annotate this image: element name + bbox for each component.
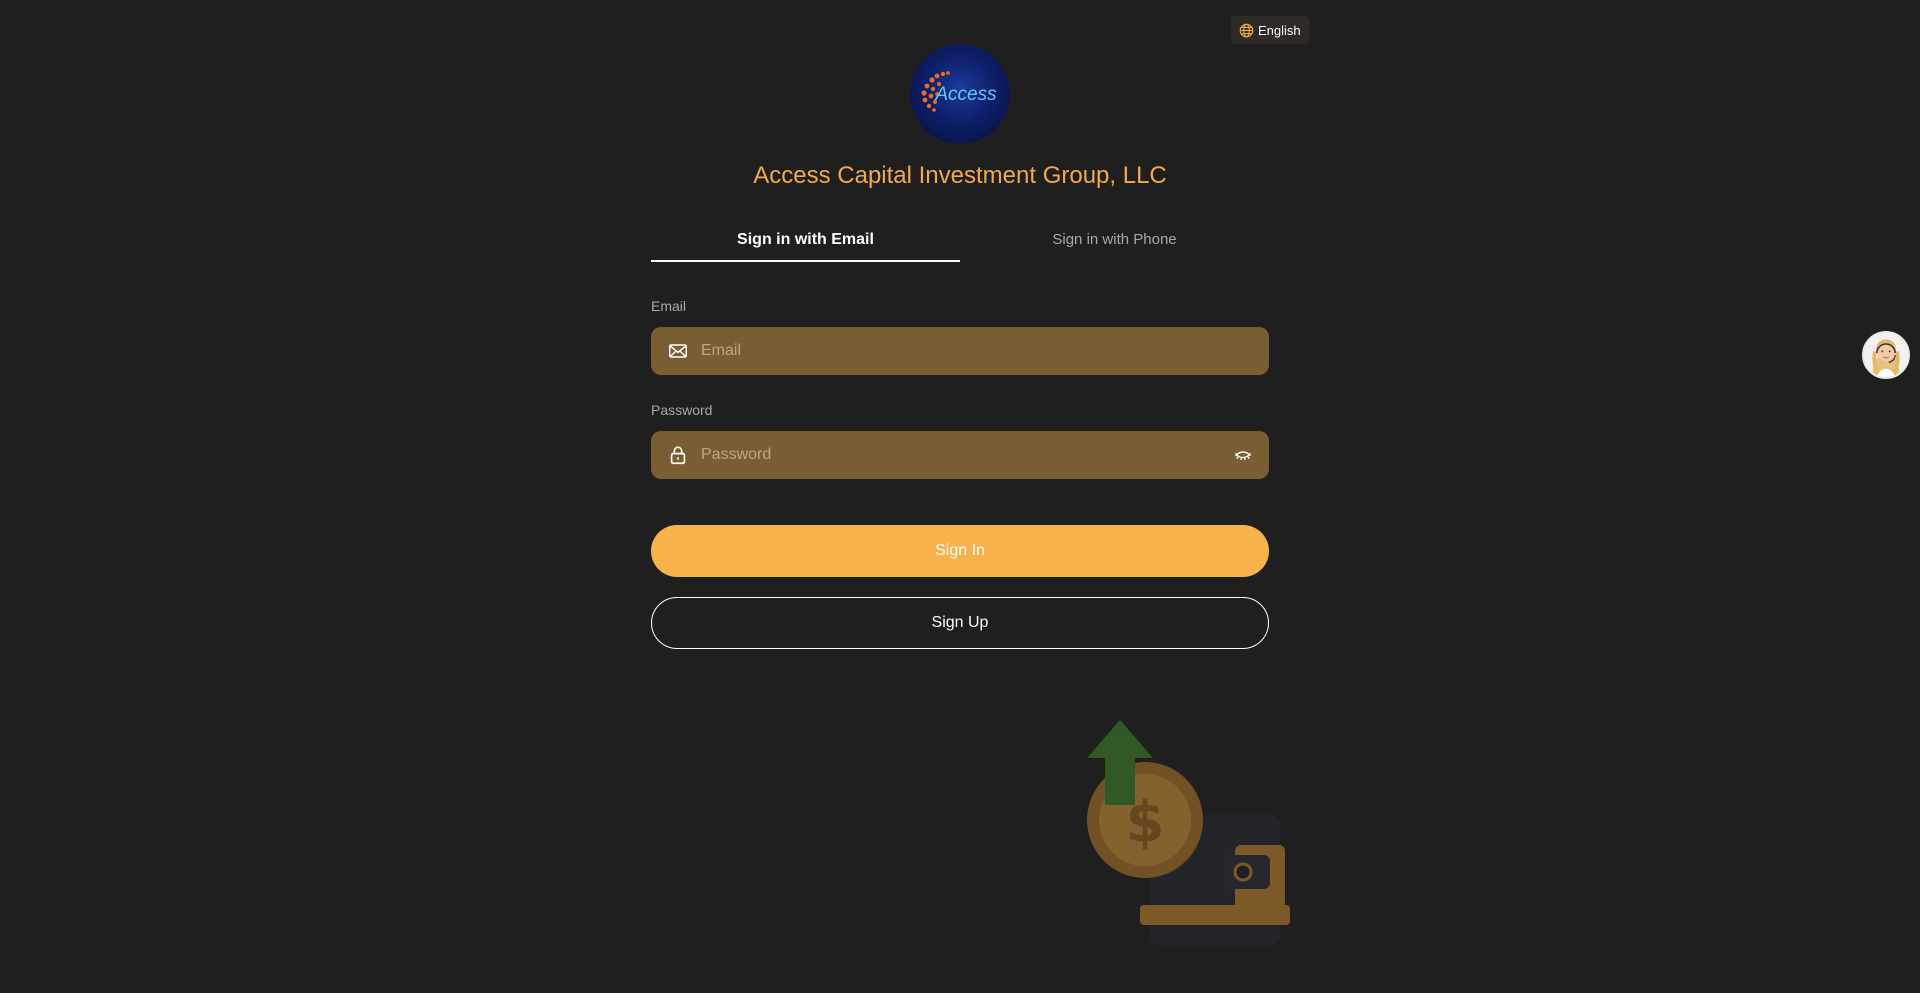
money-growth-illustration: $ (1087, 720, 1290, 945)
customer-support-avatar[interactable] (1862, 331, 1910, 379)
sign-in-tabs: Sign in with Email Sign in with Phone (651, 224, 1269, 262)
mail-icon (669, 344, 687, 358)
language-label: English (1258, 22, 1301, 38)
email-label: Email (651, 298, 687, 314)
password-input[interactable] (701, 446, 1233, 464)
login-page: English Access Access Capital Investment… (0, 0, 1920, 993)
email-field[interactable] (651, 327, 1269, 375)
sign-in-button[interactable]: Sign In (651, 525, 1269, 577)
company-logo: Access (910, 44, 1010, 144)
company-name: Access Capital Investment Group, LLC (753, 162, 1167, 189)
logo-text: Access (934, 84, 997, 105)
tab-sign-in-phone[interactable]: Sign in with Phone (960, 224, 1269, 262)
password-label: Password (651, 402, 713, 418)
language-selector[interactable]: English (1231, 16, 1309, 44)
sign-up-button[interactable]: Sign Up (651, 597, 1269, 649)
lock-icon (670, 446, 686, 465)
eye-closed-icon[interactable] (1233, 445, 1253, 465)
globe-icon (1239, 23, 1254, 37)
email-input[interactable] (701, 342, 1253, 360)
tab-sign-in-email[interactable]: Sign in with Email (651, 224, 960, 262)
password-field[interactable] (651, 431, 1269, 479)
